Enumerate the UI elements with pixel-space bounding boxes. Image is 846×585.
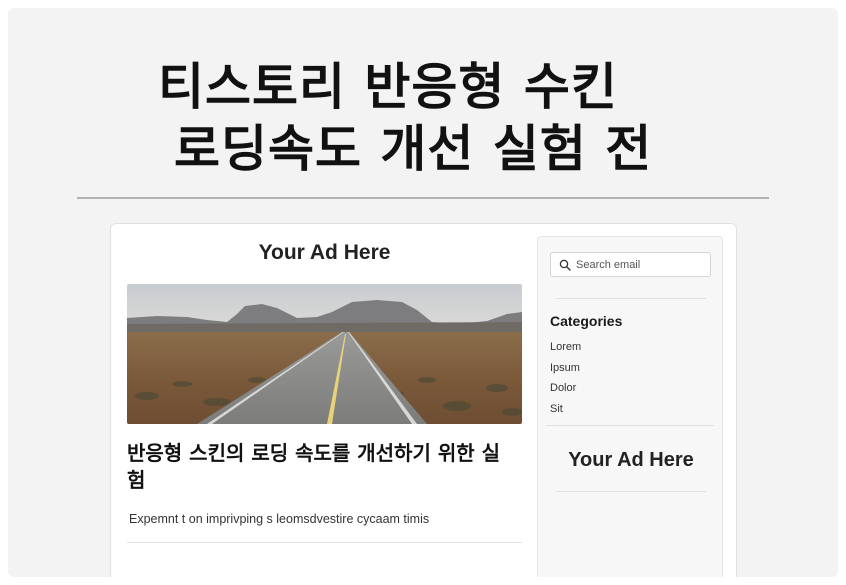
category-item-ipsum[interactable]: Ipsum [550,361,581,382]
categories-list: Lorem Ipsum Dolor Sit [550,340,581,422]
sidebar-divider [556,298,706,299]
hero-title: 티스토리 반응형 수킨 로딩속도 개선 실험 전 [8,56,838,180]
categories-heading: Categories [550,313,623,329]
search-box[interactable] [550,252,711,277]
hero-title-line-1: 티스토리 반응형 수킨 [158,58,618,116]
sidebar-divider [556,491,706,492]
category-item-sit[interactable]: Sit [550,402,581,423]
desert-road-photo[interactable] [127,284,522,424]
sidebar-divider [546,425,714,426]
ad-banner-top[interactable]: Your Ad Here [127,241,522,269]
category-item-lorem[interactable]: Lorem [550,340,581,361]
desert-road-image [127,284,522,424]
screenshot-frame: 티스토리 반응형 수킨 로딩속도 개선 실험 전 Your Ad Here 반응… [8,8,838,577]
sidebar: Categories Lorem Ipsum Dolor Sit Your Ad… [537,236,723,577]
post-excerpt: Expemnt t on imprivping s leomsdvestire … [129,512,430,526]
search-icon [559,259,571,271]
hero-title-line-2: 로딩속도 개선 실험 전 [174,120,653,178]
hero-divider [77,197,769,199]
category-item-dolor[interactable]: Dolor [550,381,581,402]
ad-banner-sidebar[interactable]: Your Ad Here [538,449,724,472]
search-input[interactable] [576,258,706,271]
blog-page-mockup: Your Ad Here 반응형 스킨의 로딩 속도를 개선하기 위한 실험 E… [110,223,737,577]
post-title[interactable]: 반응형 스킨의 로딩 속도를 개선하기 위한 실험 [127,440,507,494]
main-column: Your Ad Here 반응형 스킨의 로딩 속도를 개선하기 위한 실험 E… [127,224,522,543]
post-divider [127,542,522,543]
